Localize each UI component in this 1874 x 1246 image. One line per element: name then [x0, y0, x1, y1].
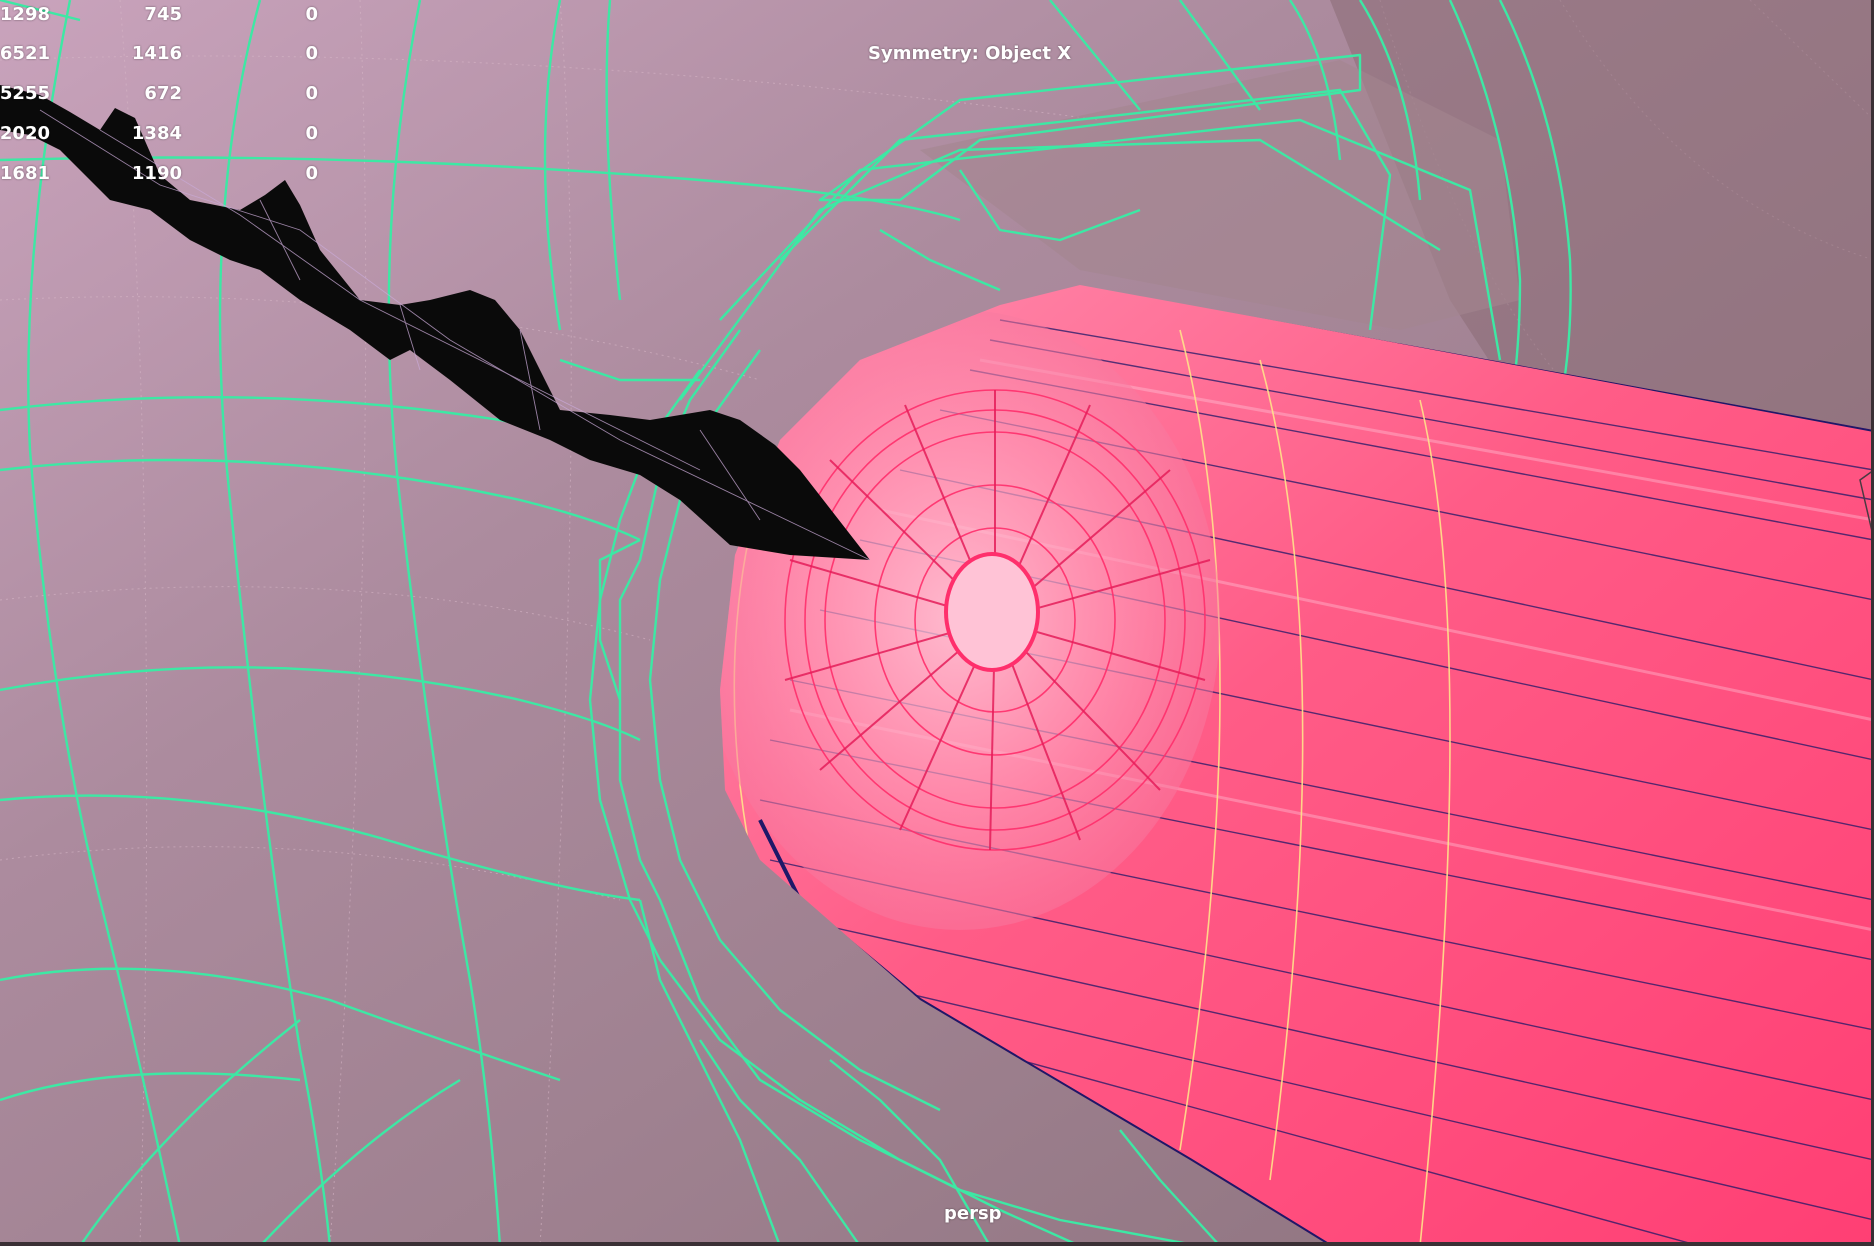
hud-row-1-col-3: 0: [305, 4, 318, 25]
hud-row-3-col-2: 672: [144, 83, 182, 104]
hud-row-5-col-2: 1190: [131, 163, 182, 184]
hud-row-2-col-2: 1416: [131, 43, 182, 64]
hud-row-4-col-3: 0: [305, 123, 318, 144]
hud-row-3-col-3: 0: [305, 83, 318, 104]
camera-name-label: persp: [944, 1203, 1002, 1224]
hud-row-3-col-1: 5255: [0, 83, 50, 104]
hud-row-4-col-1: 2020: [0, 123, 50, 144]
hud-row-5-col-3: 0: [305, 163, 318, 184]
viewport-scene[interactable]: [0, 0, 1874, 1246]
hud-row-1-col-2: 745: [144, 4, 182, 25]
symmetry-label: Symmetry: Object X: [868, 43, 1072, 64]
hud-row-2-col-3: 0: [305, 43, 318, 64]
hud-row-2-col-1: 6521: [0, 43, 50, 64]
maya-viewport[interactable]: 1298 745 0 6521 1416 0 5255 672 0 2020 1…: [0, 0, 1874, 1246]
hud-row-4-col-2: 1384: [131, 123, 182, 144]
hud-row-1-col-1: 1298: [0, 4, 50, 25]
hud-row-5-col-1: 1681: [0, 163, 50, 184]
